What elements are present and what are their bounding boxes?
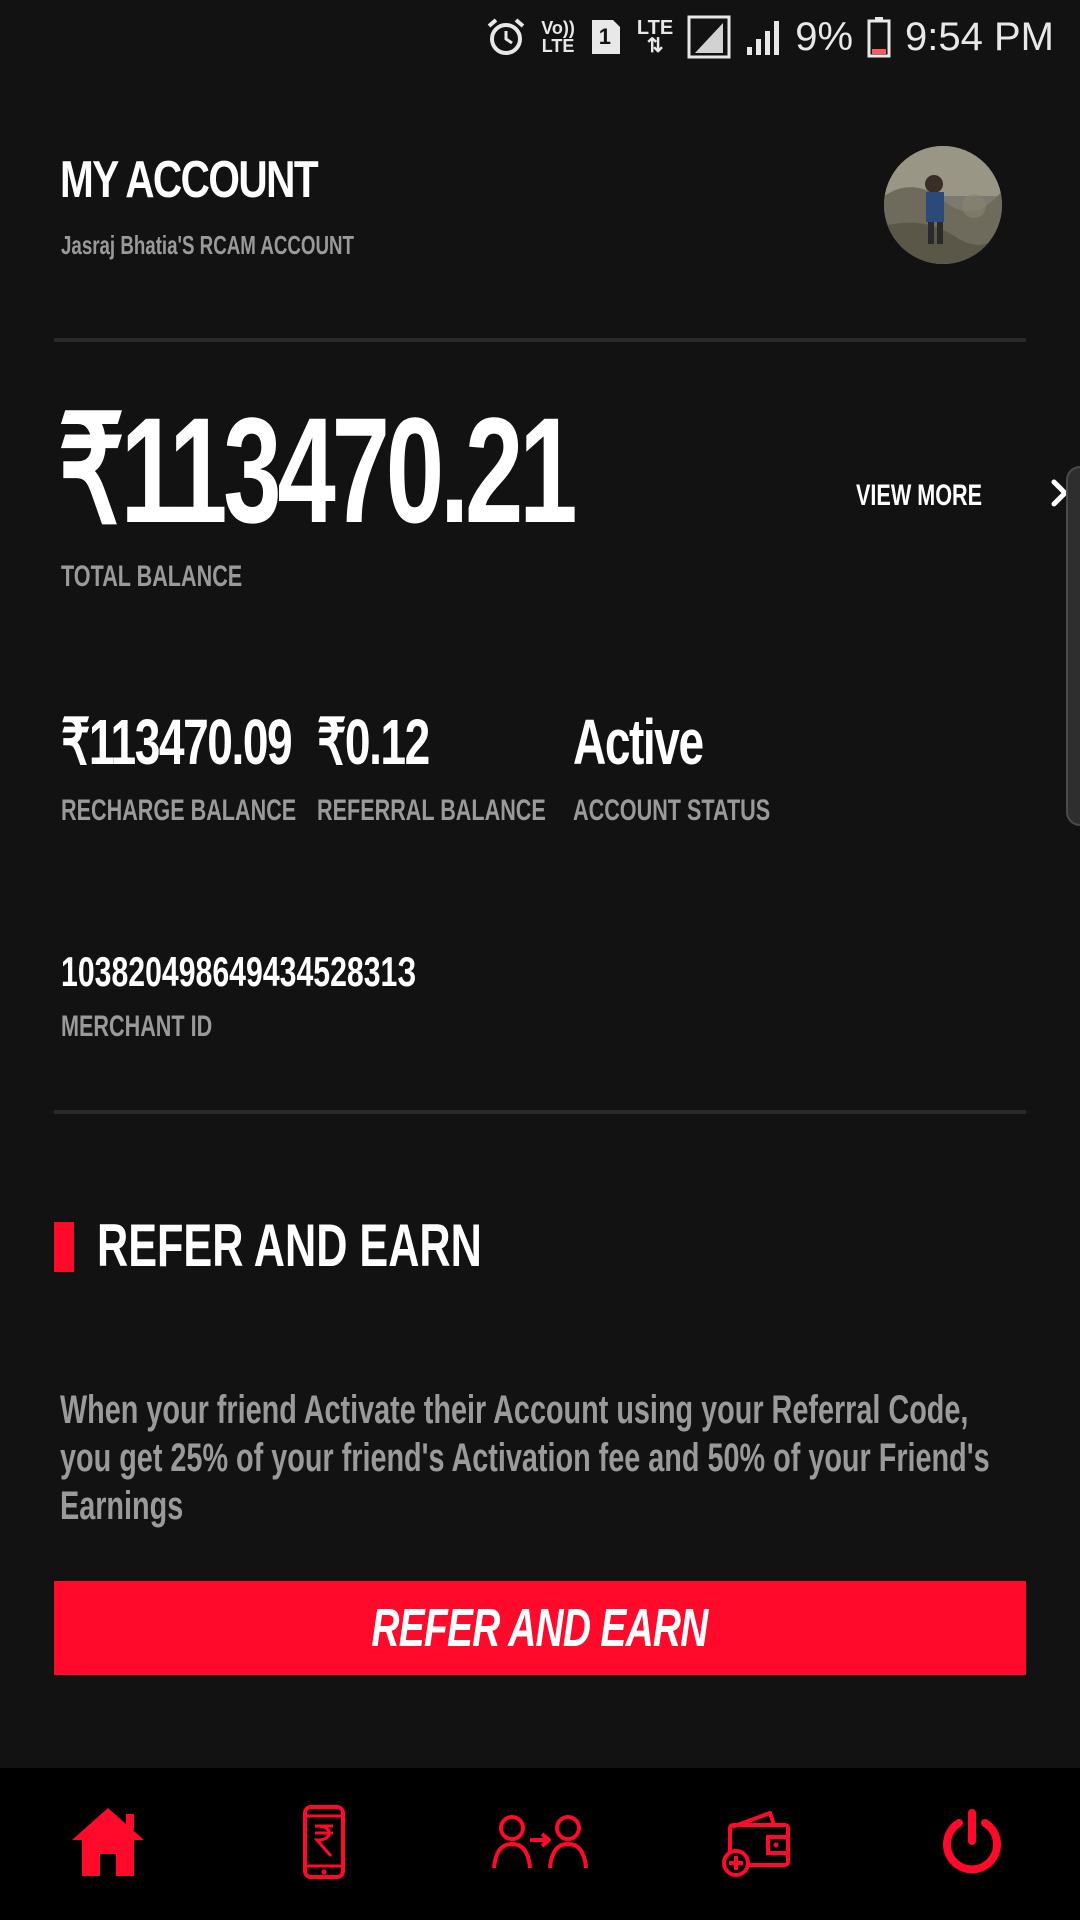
recharge-balance-label: RECHARGE BALANCE (61, 794, 297, 827)
refer-description: When your friend Activate their Account … (60, 1388, 990, 1528)
home-icon (68, 1804, 148, 1885)
merchant-id-value: 10382049864943452831З (61, 948, 417, 995)
lte-data-icon: LTE ⇅ (636, 17, 674, 57)
section-accent-bar (54, 1222, 74, 1272)
nav-recharge[interactable] (264, 1784, 384, 1904)
refer-and-earn-button[interactable]: REFER AND EARN (54, 1581, 1026, 1675)
merchant-id-label: MERCHANT ID (61, 1010, 213, 1043)
total-balance-value: ₹113470.21 (58, 386, 578, 554)
alarm-icon (485, 16, 527, 58)
view-more-label: VIEW MORE (856, 478, 983, 512)
nav-wallet[interactable] (696, 1784, 816, 1904)
total-balance-label: TOTAL BALANCE (61, 560, 243, 593)
page-title: MY ACCOUNT (60, 151, 319, 209)
power-icon (939, 1808, 1005, 1880)
wallet-add-icon (720, 1807, 792, 1882)
signal-icon (745, 17, 781, 57)
nav-power[interactable] (912, 1784, 1032, 1904)
bottom-nav (0, 1768, 1080, 1920)
view-more-button[interactable]: VIEW MORE (856, 478, 1071, 513)
scroll-handle[interactable] (1066, 466, 1080, 826)
recharge-balance-value: ₹113470.09 (61, 706, 293, 778)
referral-balance-value: ₹0.12 (317, 706, 430, 778)
volte-icon: Vo)) LTE (541, 18, 575, 56)
nav-home[interactable] (48, 1784, 168, 1904)
clock: 9:54 PM (905, 14, 1054, 59)
account-subtitle: Jasraj Bhatia'S RCAM ACCOUNT (61, 230, 354, 260)
battery-percent: 9% (795, 14, 854, 59)
transfer-users-icon (492, 1812, 588, 1877)
nav-transfer[interactable] (480, 1784, 600, 1904)
battery-icon (867, 16, 891, 58)
account-status-label: ACCOUNT STATUS (573, 794, 771, 827)
referral-balance-label: REFERRAL BALANCE (317, 794, 546, 827)
avatar[interactable] (884, 146, 1002, 264)
sim-number: 1 (598, 24, 612, 49)
divider (54, 1110, 1026, 1114)
status-bar: Vo)) LTE 1 LTE ⇅ 9% 9:54 PM (0, 0, 1080, 74)
account-status-value: Active (573, 706, 704, 778)
sim-icon: 1 (589, 17, 623, 57)
refer-button-label: REFER AND EARN (371, 1598, 709, 1658)
refer-section-title: REFER AND EARN (97, 1212, 482, 1279)
divider (54, 338, 1026, 342)
mobile-recharge-icon (301, 1804, 347, 1885)
status-icons: Vo)) LTE 1 LTE ⇅ 9% 9:54 PM (485, 10, 1054, 64)
signal-icon (687, 15, 731, 59)
